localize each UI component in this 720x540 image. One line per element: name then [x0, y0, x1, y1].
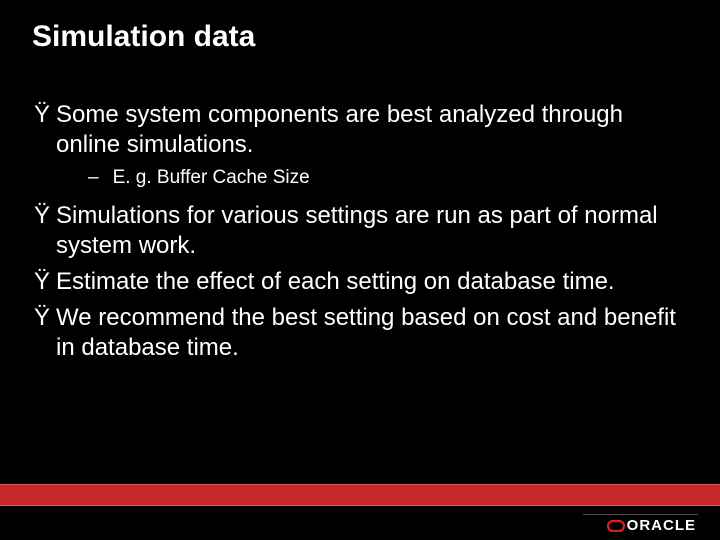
slide: Simulation data Ÿ Some system components… [0, 0, 720, 540]
sub-bullet-item: – E. g. Buffer Cache Size [88, 166, 690, 191]
bullet-marker: Ÿ [34, 303, 50, 333]
bullet-item: Ÿ Some system components are best analyz… [34, 100, 690, 160]
oracle-logo: ORACLE [607, 517, 696, 534]
bullet-marker: Ÿ [34, 100, 50, 130]
bullet-text: Estimate the effect of each setting on d… [56, 267, 615, 297]
oracle-logo-text: ORACLE [627, 517, 696, 534]
bullet-item: Ÿ We recommend the best setting based on… [34, 303, 690, 363]
bullet-text: We recommend the best setting based on c… [56, 303, 690, 363]
bullet-text: Some system components are best analyzed… [56, 100, 690, 160]
slide-content: Ÿ Some system components are best analyz… [34, 100, 690, 369]
bullet-text: Simulations for various settings are run… [56, 201, 690, 261]
bullet-marker: Ÿ [34, 201, 50, 231]
slide-title: Simulation data [32, 20, 255, 54]
sub-bullet-text: E. g. Buffer Cache Size [113, 166, 310, 191]
oracle-logo-icon [607, 520, 625, 532]
bullet-item: Ÿ Estimate the effect of each setting on… [34, 267, 690, 297]
bullet-marker: Ÿ [34, 267, 50, 297]
logo-divider [583, 514, 698, 515]
sub-bullet-marker: – [88, 166, 99, 191]
bullet-item: Ÿ Simulations for various settings are r… [34, 201, 690, 261]
footer-bar [0, 484, 720, 506]
